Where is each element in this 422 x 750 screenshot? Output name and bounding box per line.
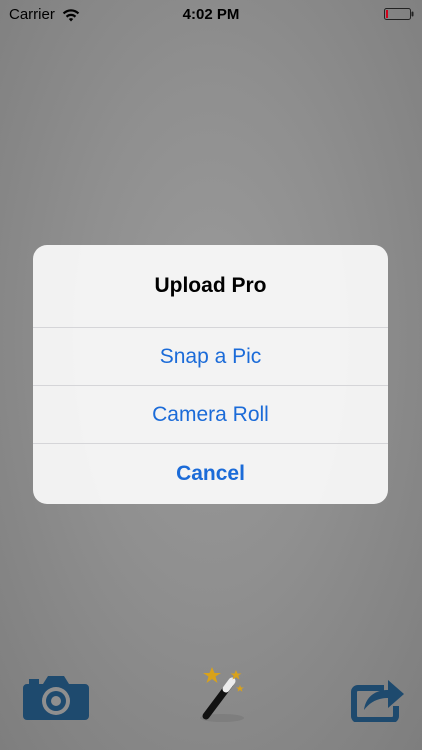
- status-bar: Carrier 4:02 PM: [0, 0, 422, 30]
- camera-icon[interactable]: [23, 674, 89, 720]
- status-time: 4:02 PM: [182, 6, 240, 23]
- share-icon[interactable]: [350, 674, 406, 722]
- snap-a-pic-button[interactable]: Snap a Pic: [33, 328, 388, 386]
- battery-icon: [384, 8, 414, 20]
- camera-roll-button[interactable]: Camera Roll: [33, 386, 388, 444]
- upload-action-sheet: Upload Pro Snap a Pic Camera Roll Cancel: [33, 245, 388, 504]
- magic-wand-icon[interactable]: [192, 664, 248, 724]
- app-screen: Carrier 4:02 PM Upload Pro Snap a Pic Ca…: [0, 0, 422, 750]
- action-sheet-title: Upload Pro: [33, 245, 388, 328]
- cancel-button[interactable]: Cancel: [33, 444, 388, 504]
